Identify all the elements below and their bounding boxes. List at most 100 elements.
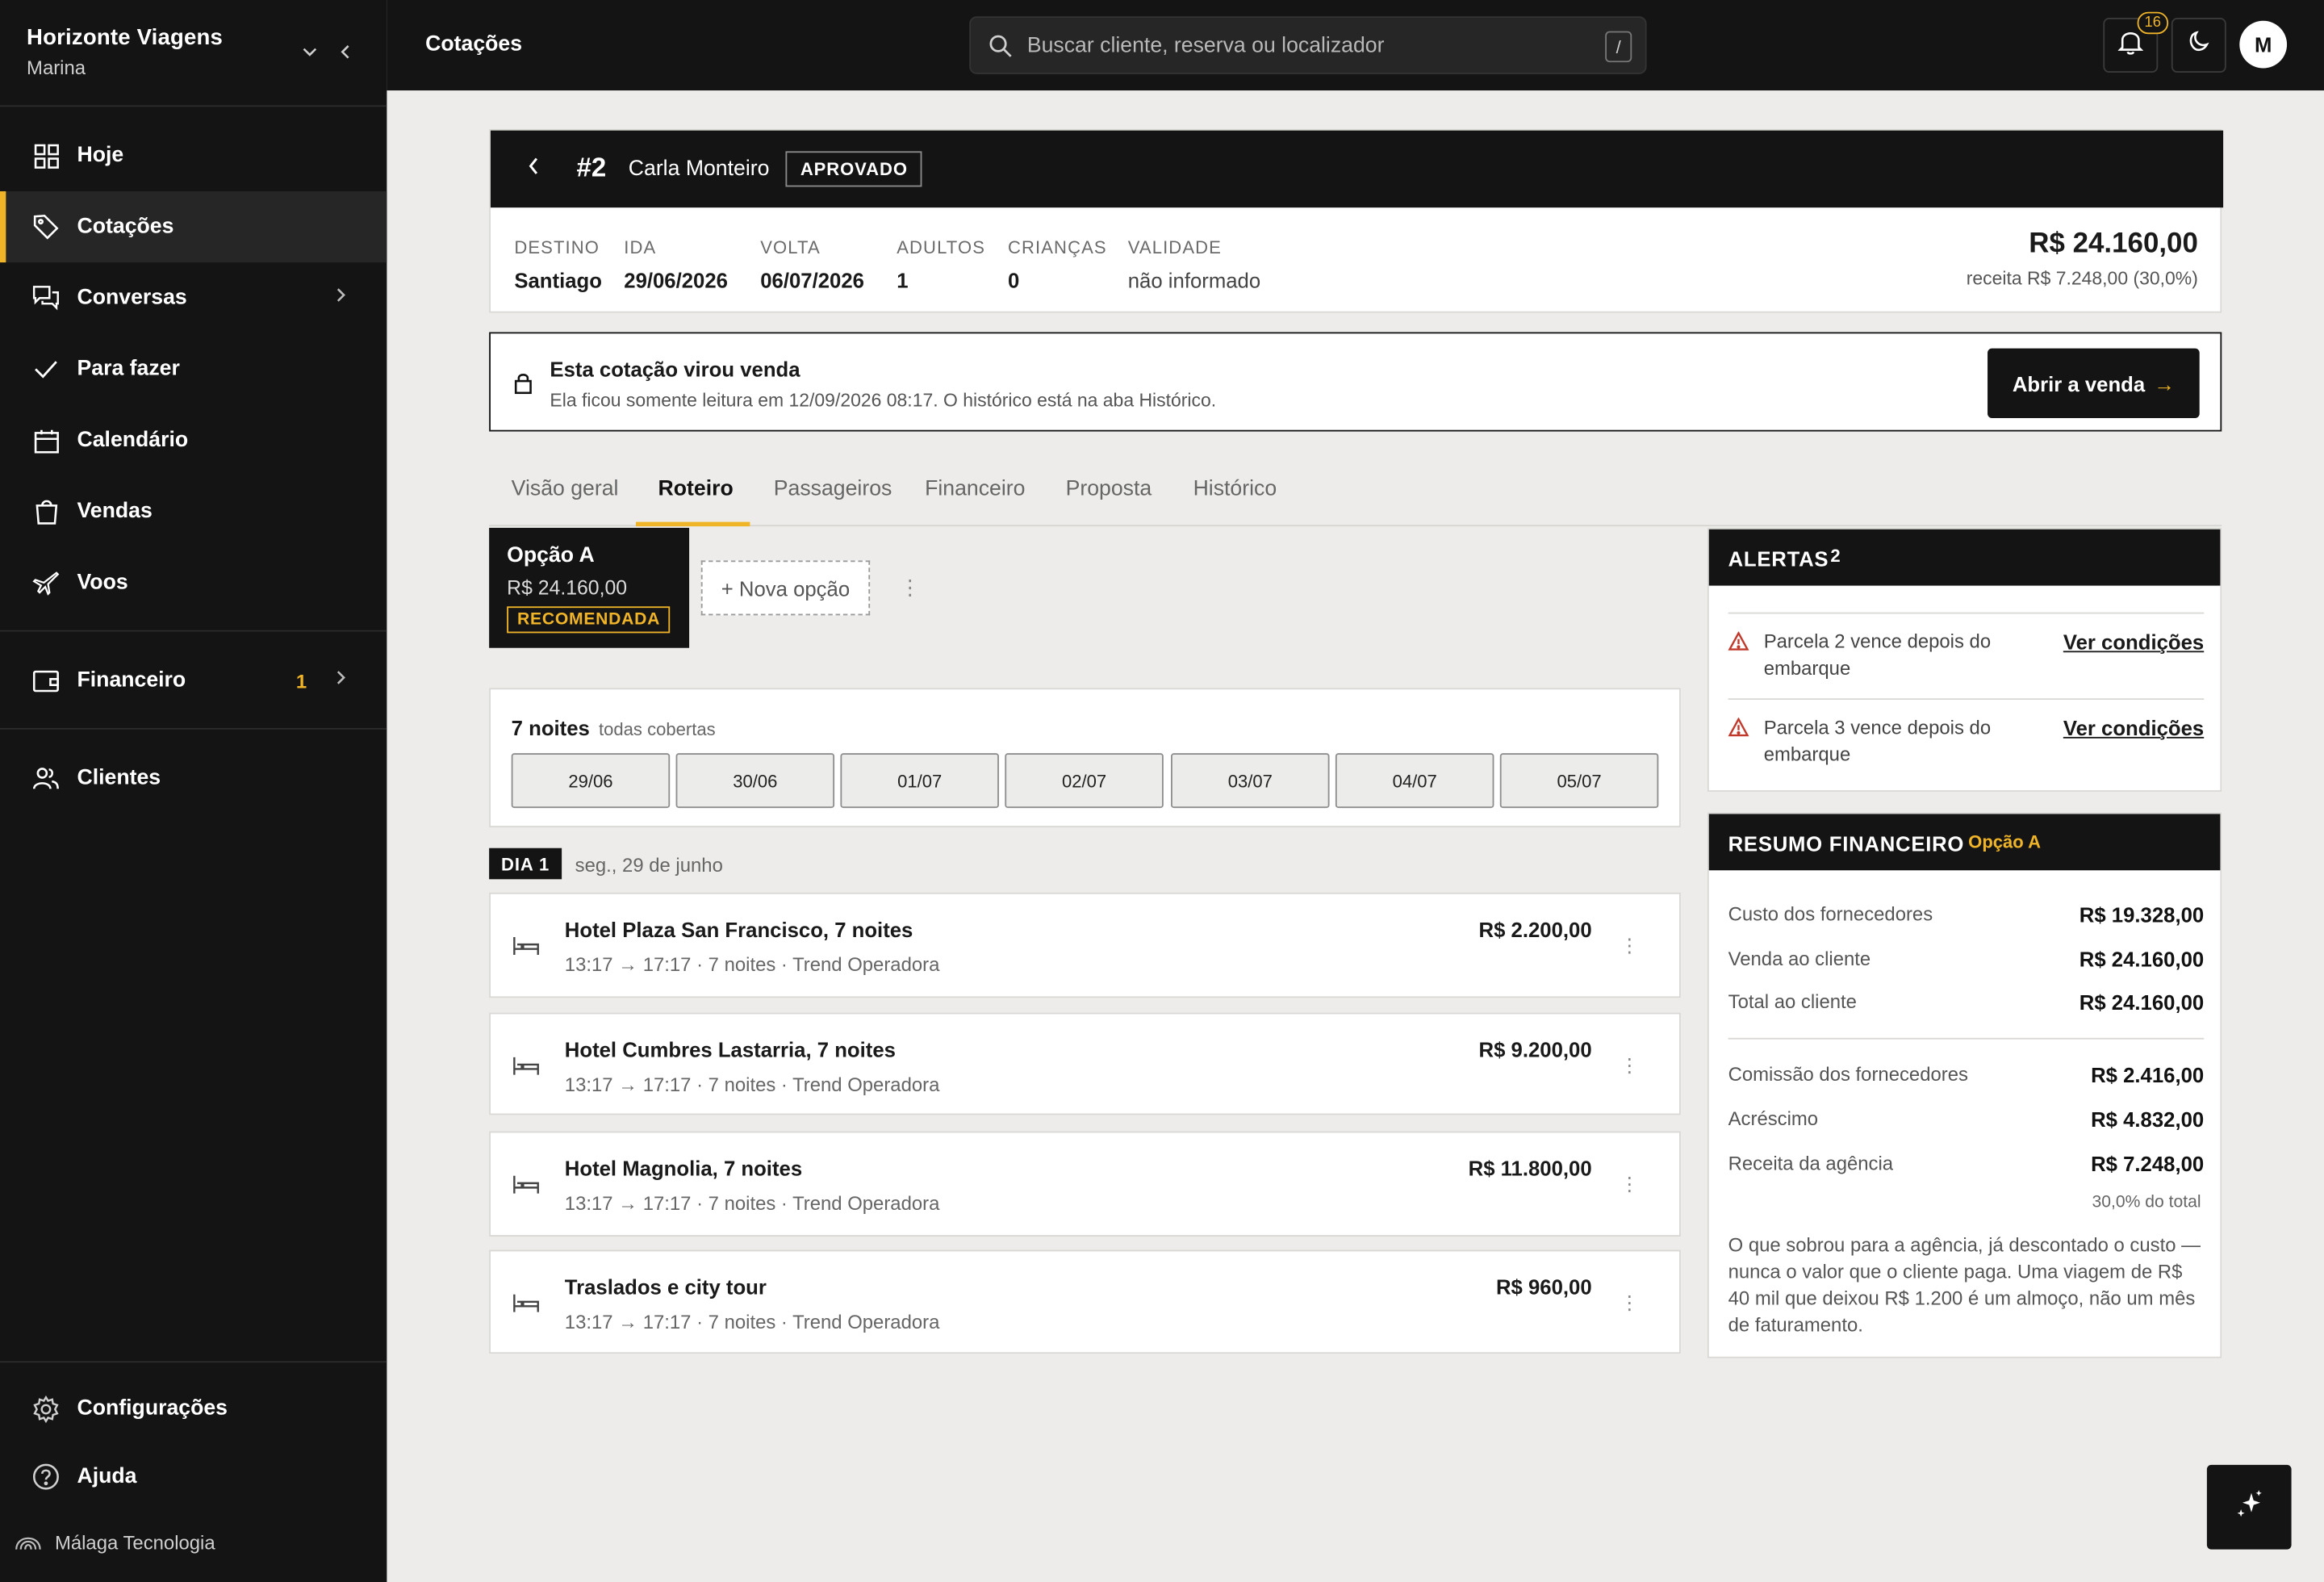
item-price: R$ 2.200,00 [1478, 918, 1592, 942]
item-details: 13:17 → 17:17 · 7 noites · Trend Operado… [564, 953, 940, 976]
finance-value: R$ 2.416,00 [2091, 1063, 2205, 1087]
sidebar-item-voos[interactable]: Voos [0, 547, 387, 618]
open-sale-label: Abrir a venda [2012, 371, 2146, 396]
bed-icon [513, 1293, 540, 1320]
night-chip[interactable]: 05/07 [1499, 753, 1659, 809]
wallet-icon [32, 668, 59, 694]
itinerary-item[interactable]: Hotel Cumbres Lastarria, 7 noites 13:17 … [489, 1012, 1681, 1115]
night-chip[interactable]: 02/07 [1005, 753, 1164, 809]
tag-icon [32, 214, 59, 241]
sidebar-item-vendas[interactable]: Vendas [0, 476, 387, 547]
client-name[interactable]: Carla Monteiro [629, 157, 770, 181]
sidebar-item-label: Conversas [77, 286, 187, 310]
tab-proposta[interactable]: Proposta [1066, 477, 1152, 500]
item-details: 13:17 → 17:17 · 7 noites · Trend Operado… [564, 1310, 940, 1333]
financeiro-count-badge: 1 [295, 669, 307, 692]
arrow-right-icon: → [2154, 371, 2175, 396]
more-vertical-icon[interactable]: ⋮ [1620, 1173, 1640, 1196]
field-value: 29/06/2026 [624, 268, 728, 292]
bell-icon [2117, 28, 2144, 62]
quote-tabs: Visão geral Roteiro Passageiros Financei… [489, 454, 2222, 527]
alert-row: Parcela 2 vence depois do embarque Ver c… [1728, 612, 2205, 699]
tab-roteiro[interactable]: Roteiro [658, 477, 734, 500]
field-validade: VALIDADE não informado [1128, 237, 1260, 292]
financial-summary-title: RESUMO FINANCEIRO [1728, 831, 1965, 856]
nights-subtitle: todas cobertas [599, 718, 716, 740]
finance-value: R$ 19.328,00 [2079, 902, 2205, 927]
new-option-button[interactable]: + Nova opção [700, 560, 871, 616]
night-chip[interactable]: 03/07 [1171, 753, 1330, 809]
night-chip[interactable]: 30/06 [675, 753, 835, 809]
open-sale-button[interactable]: Abrir a venda → [1988, 348, 2200, 419]
grid-icon [32, 142, 59, 169]
sidebar-item-label: Para fazer [77, 357, 180, 382]
avatar[interactable]: M [2239, 20, 2288, 69]
collapse-sidebar-icon[interactable] [336, 41, 354, 68]
more-vertical-icon[interactable]: ⋮ [1620, 934, 1640, 957]
page-title: Cotações [425, 32, 523, 56]
sidebar-item-label: Hoje [77, 144, 124, 168]
notifications-button[interactable]: 16 [2103, 11, 2169, 73]
item-price: R$ 11.800,00 [1468, 1156, 1592, 1181]
alerts-count: 2 [1830, 545, 1841, 567]
theme-toggle-button[interactable] [2171, 18, 2226, 73]
field-value: 0 [1007, 268, 1020, 292]
more-vertical-icon[interactable]: ⋮ [1620, 1054, 1640, 1078]
search-input[interactable]: Buscar cliente, reserva ou localizador / [969, 16, 1647, 74]
sidebar-item-ajuda[interactable]: Ajuda [0, 1441, 387, 1512]
itinerary-item[interactable]: Traslados e city tour 13:17 → 17:17 · 7 … [489, 1249, 1681, 1354]
night-chip[interactable]: 29/06 [511, 753, 671, 809]
view-conditions-link[interactable]: Ver condições [2063, 716, 2204, 739]
sidebar: Horizonte Viagens Marina Hoje Cotações C… [0, 0, 387, 1582]
quote-header: #2 Carla Monteiro APROVADO DESTINO Santi… [489, 128, 2224, 313]
finance-row: Receita da agência R$ 7.248,00 [1728, 1152, 2205, 1175]
total-amount: R$ 24.160,00 [2029, 228, 2198, 260]
sidebar-item-clientes[interactable]: Clientes [0, 743, 387, 814]
alert-row: Parcela 3 vence depois do embarque Ver c… [1728, 698, 2205, 785]
chat-icon [32, 285, 59, 312]
itinerary-item[interactable]: Hotel Magnolia, 7 noites 13:17 → 17:17 ·… [489, 1131, 1681, 1237]
view-conditions-link[interactable]: Ver condições [2063, 630, 2204, 654]
search-shortcut-key: / [1605, 31, 1632, 63]
sold-banner: Esta cotação virou venda Ela ficou somen… [489, 332, 2222, 432]
divider [1728, 1037, 2205, 1040]
sidebar-item-cotacoes[interactable]: Cotações [0, 190, 387, 263]
financial-summary-header: RESUMO FINANCEIRO Opção A [1708, 814, 2221, 871]
sidebar-item-configuracoes[interactable]: Configurações [0, 1373, 387, 1444]
field-value: não informado [1127, 268, 1261, 292]
chevron-right-icon [333, 668, 348, 692]
sidebar-item-calendario[interactable]: Calendário [0, 404, 387, 475]
itinerary-item[interactable]: Hotel Plaza San Francisco, 7 noites 13:1… [489, 892, 1681, 998]
calendar-icon [32, 427, 59, 454]
tab-passageiros[interactable]: Passageiros [774, 477, 892, 500]
ai-assistant-button[interactable] [2206, 1464, 2292, 1550]
night-chip[interactable]: 04/07 [1335, 753, 1494, 809]
sidebar-item-para-fazer[interactable]: Para fazer [0, 333, 387, 404]
option-card-a[interactable]: Opção A R$ 24.160,00 RECOMENDADA [489, 527, 690, 648]
field-volta: VOLTA 06/07/2026 [760, 237, 870, 292]
sidebar-item-hoje[interactable]: Hoje [0, 120, 387, 191]
sidebar-item-conversas[interactable]: Conversas [0, 262, 387, 333]
finance-label: Acréscimo [1728, 1107, 1819, 1130]
item-details: 13:17 → 17:17 · 7 noites · Trend Operado… [564, 1073, 940, 1096]
tab-financeiro[interactable]: Financeiro [925, 477, 1025, 500]
finance-row: Custo dos fornecedores R$ 19.328,00 [1728, 903, 2205, 927]
more-vertical-icon[interactable]: ⋮ [900, 575, 921, 601]
revenue-percentage: 30,0% do total [2092, 1193, 2201, 1212]
night-chip[interactable]: 01/07 [840, 753, 999, 809]
alert-text: Parcela 2 vence depois do embarque [1763, 630, 1992, 680]
gear-icon [32, 1394, 59, 1423]
revenue-summary: receita R$ 7.248,00 (30,0%) [1966, 268, 2198, 290]
field-adultos: ADULTOS 1 [897, 237, 984, 292]
more-vertical-icon[interactable]: ⋮ [1620, 1291, 1640, 1315]
tab-visao-geral[interactable]: Visão geral [512, 477, 619, 500]
chevron-down-icon[interactable] [301, 41, 319, 68]
alerts-title: ALERTAS [1728, 546, 1829, 571]
tab-historico[interactable]: Histórico [1193, 477, 1277, 500]
item-details: 13:17 → 17:17 · 7 noites · Trend Operado… [564, 1191, 940, 1215]
org-switcher[interactable]: Horizonte Viagens Marina [27, 25, 223, 78]
back-icon[interactable] [526, 156, 541, 184]
revenue-explanation: O que sobrou para a agência, já desconta… [1728, 1233, 2201, 1337]
field-label: CRIANÇAS [1007, 236, 1107, 258]
sidebar-item-financeiro[interactable]: Financeiro 1 [0, 645, 387, 716]
